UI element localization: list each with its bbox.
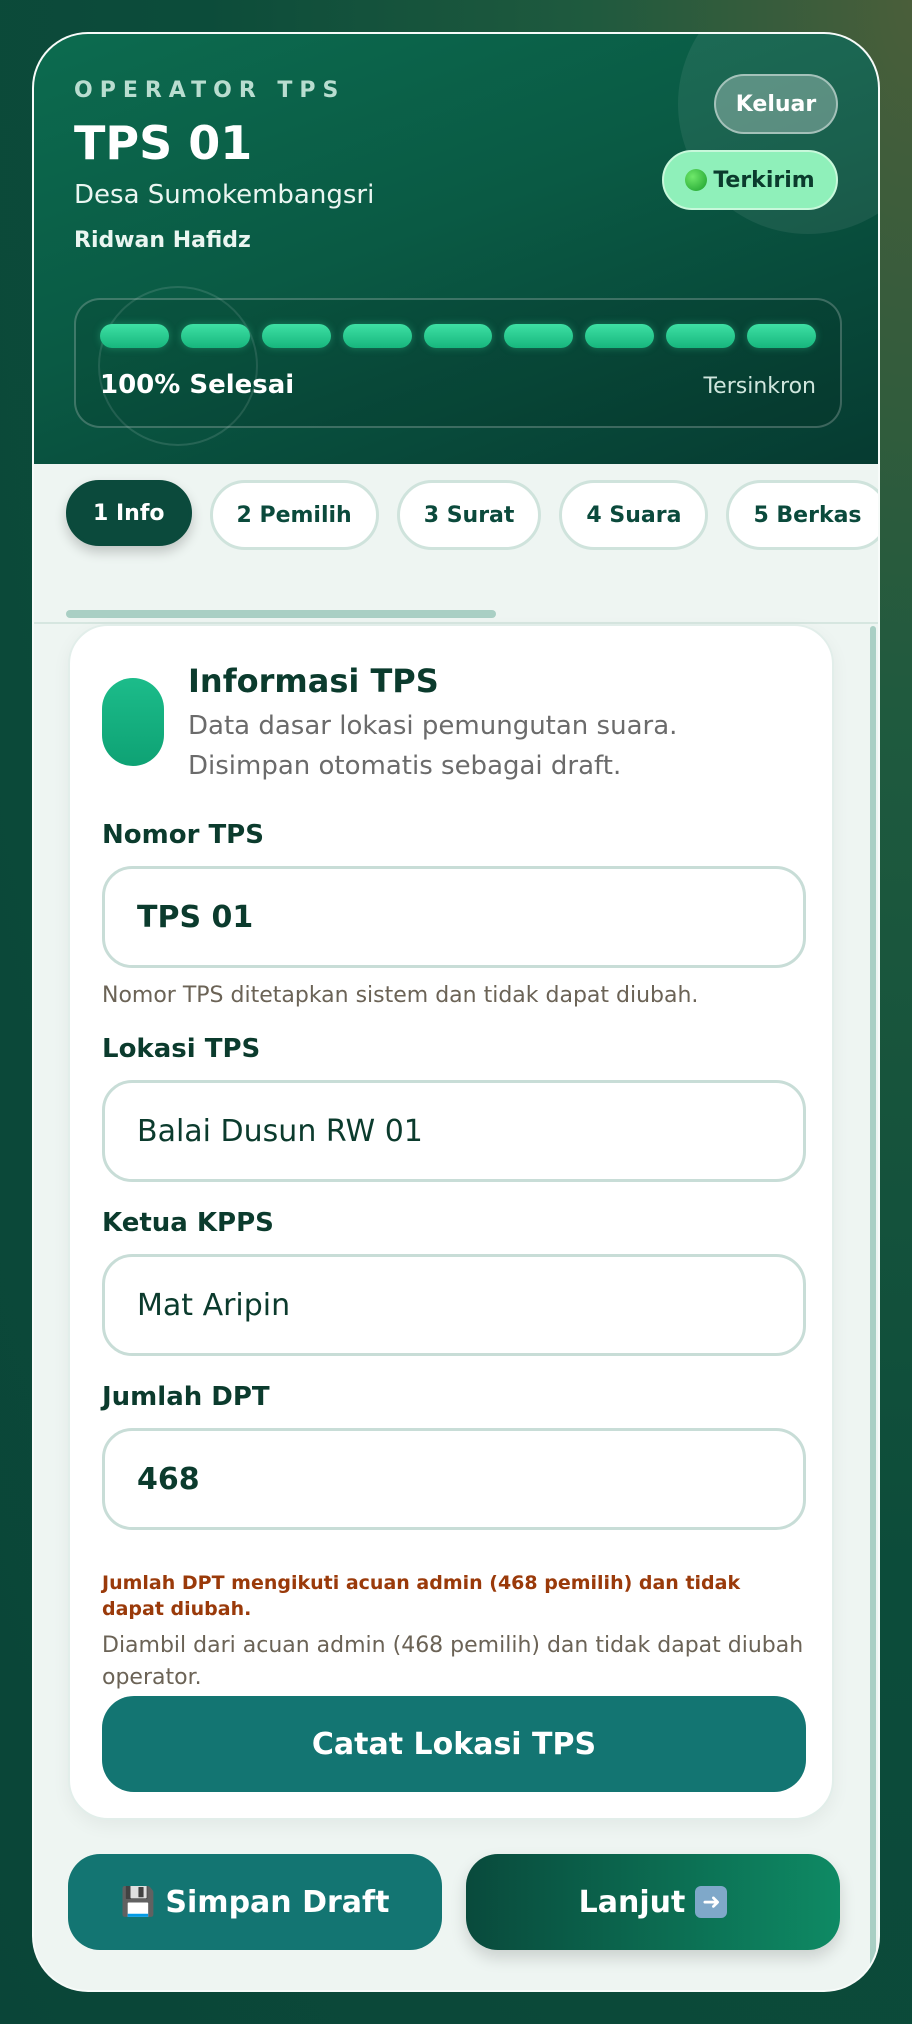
status-label: Terkirim — [713, 167, 815, 193]
progress-label: 100% Selesai — [100, 370, 295, 400]
app-frame: OPERATOR TPS TPS 01 Desa Sumokembangsri … — [32, 32, 880, 1992]
ketua-kpps-label: Ketua KPPS — [102, 1208, 274, 1238]
progress-segment — [504, 324, 574, 348]
jumlah-dpt-field[interactable] — [102, 1428, 806, 1530]
nomor-tps-field[interactable] — [102, 866, 806, 968]
sync-status: Tersinkron — [703, 374, 816, 399]
info-pill-icon — [102, 678, 164, 766]
info-card: Informasi TPS Data dasar lokasi pemungut… — [68, 624, 834, 1820]
tab-suara[interactable]: 4 Suara — [559, 480, 709, 550]
operator-name: Ridwan Hafidz — [74, 228, 251, 253]
next-button[interactable]: Lanjut ➜ — [466, 1854, 840, 1950]
progress-segment — [261, 324, 331, 348]
tab-berkas[interactable]: 5 Berkas — [726, 480, 878, 550]
step-tabs-bar: 1 Info 2 Pemilih 3 Surat 4 Suara 5 Berka… — [34, 464, 878, 624]
role-eyebrow: OPERATOR TPS — [74, 78, 346, 103]
status-badge: Terkirim — [662, 150, 838, 210]
ketua-kpps-field[interactable] — [102, 1254, 806, 1356]
arrow-right-icon: ➜ — [695, 1886, 728, 1918]
progress-segment — [423, 324, 493, 348]
progress-segments — [100, 324, 817, 348]
lokasi-tps-field[interactable] — [102, 1080, 806, 1182]
tabs-scrollbar[interactable] — [66, 610, 496, 618]
progress-segment — [747, 324, 817, 348]
save-draft-label: Simpan Draft — [165, 1884, 390, 1920]
jumlah-dpt-helper: Diambil dari acuan admin (468 pemilih) d… — [102, 1633, 804, 1690]
nomor-tps-helper: Nomor TPS ditetapkan sistem dan tidak da… — [102, 983, 699, 1008]
lokasi-tps-label: Lokasi TPS — [102, 1034, 261, 1064]
progress-segment — [342, 324, 412, 348]
page-title: TPS 01 — [74, 116, 253, 170]
progress-segment — [666, 324, 736, 348]
progress-segment — [100, 324, 169, 348]
tab-info[interactable]: 1 Info — [66, 480, 192, 546]
step-tabs: 1 Info 2 Pemilih 3 Surat 4 Suara 5 Berka… — [66, 480, 878, 550]
next-label: Lanjut — [578, 1884, 686, 1920]
save-draft-button[interactable]: 💾 Simpan Draft — [68, 1854, 442, 1950]
progress-segment — [180, 324, 250, 348]
green-dot-icon — [685, 169, 708, 191]
tab-surat[interactable]: 3 Surat — [396, 480, 542, 550]
nomor-tps-label: Nomor TPS — [102, 820, 264, 850]
card-title: Informasi TPS — [188, 662, 439, 700]
progress-segment — [585, 324, 655, 348]
village-name: Desa Sumokembangsri — [74, 180, 375, 210]
floppy-disk-icon: 💾 — [120, 1885, 156, 1918]
progress-card: 100% Selesai Tersinkron — [74, 298, 842, 428]
content-scrollbar[interactable] — [870, 626, 876, 1966]
card-subtitle: Data dasar lokasi pemungutan suara. Disi… — [188, 711, 678, 781]
header: OPERATOR TPS TPS 01 Desa Sumokembangsri … — [34, 34, 878, 464]
jumlah-dpt-label: Jumlah DPT — [102, 1382, 270, 1412]
catat-lokasi-button[interactable]: Catat Lokasi TPS — [102, 1696, 806, 1792]
tab-pemilih[interactable]: 2 Pemilih — [209, 480, 379, 550]
logout-button[interactable]: Keluar — [714, 74, 838, 134]
jumlah-dpt-warning: Jumlah DPT mengikuti acuan admin (468 pe… — [102, 1572, 741, 1620]
